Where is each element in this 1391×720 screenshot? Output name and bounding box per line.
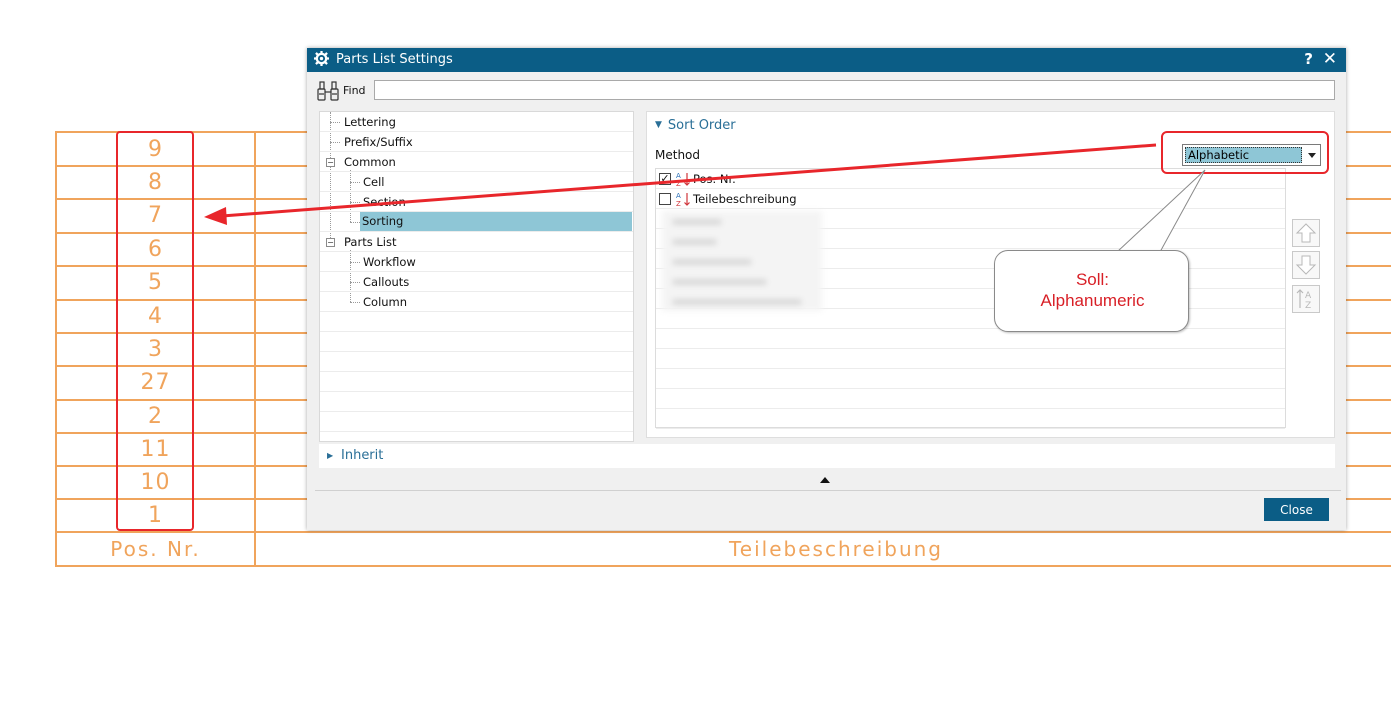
chevron-down-icon: ▼	[655, 120, 662, 130]
list-item	[656, 329, 1285, 349]
arrow-up-icon	[1295, 223, 1317, 243]
tree-item-column[interactable]: Column	[320, 292, 633, 312]
collapse-icon[interactable]: −	[326, 238, 335, 247]
tree-item-label: Column	[363, 295, 408, 309]
dialog-titlebar[interactable]: Parts List Settings ? ✕	[307, 48, 1346, 72]
tree-empty-row	[320, 312, 633, 332]
binoculars-icon[interactable]	[316, 80, 340, 102]
close-button[interactable]: Close	[1264, 498, 1329, 521]
move-up-button[interactable]	[1292, 219, 1320, 247]
tree-empty-row	[320, 412, 633, 432]
list-item[interactable]: A Z Teilebeschreibung	[656, 189, 1285, 209]
help-icon[interactable]: ?	[1304, 50, 1313, 68]
tree-item-label: Cell	[363, 175, 385, 189]
close-icon[interactable]: ✕	[1323, 49, 1337, 69]
tree-item-section[interactable]: Section	[320, 192, 633, 212]
callout-note: Soll: Alphanumeric	[994, 250, 1189, 332]
tree-item-callouts[interactable]: Callouts	[320, 272, 633, 292]
parts-list-settings-dialog: Parts List Settings ? ✕ Find Lettering P…	[307, 48, 1346, 530]
tree-item-label: Callouts	[363, 275, 410, 289]
chevron-right-icon: ▶	[327, 451, 334, 460]
collapse-bar[interactable]	[315, 472, 1341, 491]
position-column-highlight	[116, 131, 194, 531]
list-item	[656, 369, 1285, 389]
arrow-down-icon	[1295, 255, 1317, 275]
settings-tree: Lettering Prefix/Suffix − Common Cell Se…	[319, 111, 634, 442]
list-item-label: Pos. Nr.	[693, 172, 736, 186]
method-label: Method	[655, 148, 701, 162]
gear-icon	[314, 51, 329, 66]
move-down-button[interactable]	[1292, 251, 1320, 279]
tree-item-label: Prefix/Suffix	[344, 135, 413, 149]
list-item	[656, 389, 1285, 409]
callout-line-2: Alphanumeric	[1040, 291, 1145, 310]
sort-order-group-header[interactable]: ▼ Sort Order	[655, 118, 736, 133]
tree-item-label: Section	[363, 195, 406, 209]
list-item	[656, 309, 1285, 329]
tree-empty-row	[320, 392, 633, 412]
chevron-up-icon[interactable]	[820, 477, 830, 483]
tree-item-label: Common	[344, 155, 396, 169]
inherit-group-header[interactable]: ▶ Inherit	[319, 444, 1335, 468]
sort-az-icon: A Z	[676, 192, 690, 207]
sort-az-icon: A Z	[676, 172, 690, 187]
tree-item-prefix-suffix[interactable]: Prefix/Suffix	[320, 132, 633, 152]
tree-item-label: Lettering	[344, 115, 396, 129]
tree-item-workflow[interactable]: Workflow	[320, 252, 633, 272]
sort-toggle-button[interactable]: A Z	[1292, 285, 1320, 313]
find-bar: Find	[307, 74, 1346, 108]
svg-text:A: A	[1305, 291, 1312, 301]
list-item	[656, 349, 1285, 369]
table-line	[254, 131, 256, 567]
callout-line-1: Soll:	[1075, 270, 1110, 289]
table-header-pos: Pos. Nr.	[110, 537, 201, 561]
svg-text:Z: Z	[676, 180, 681, 187]
sort-az-icon: A Z	[1296, 289, 1312, 311]
list-item-label: Teilebeschreibung	[693, 192, 797, 206]
tree-item-sorting[interactable]: Sorting	[320, 212, 633, 232]
tree-item-label: Parts List	[344, 235, 397, 249]
tree-item-parts-list[interactable]: − Parts List	[320, 232, 633, 252]
svg-text:A: A	[676, 192, 681, 200]
svg-text:A: A	[676, 172, 681, 180]
tree-item-cell[interactable]: Cell	[320, 172, 633, 192]
sort-columns-list: ✓ A Z Pos. Nr. A Z Teilebeschreibung	[655, 168, 1286, 429]
tree-empty-row	[320, 332, 633, 352]
collapse-icon[interactable]: −	[326, 158, 335, 167]
tree-item-common[interactable]: − Common	[320, 152, 633, 172]
list-item	[656, 409, 1285, 429]
tree-item-lettering[interactable]: Lettering	[320, 112, 633, 132]
tree-item-label: Sorting	[360, 212, 632, 231]
tree-empty-row	[320, 372, 633, 392]
sort-checkbox-checked[interactable]: ✓	[659, 173, 671, 185]
redacted-items	[662, 211, 822, 311]
method-highlight	[1161, 131, 1329, 174]
find-input[interactable]	[374, 80, 1335, 100]
sort-checkbox-unchecked[interactable]	[659, 193, 671, 205]
svg-text:Z: Z	[676, 200, 681, 207]
svg-text:Z: Z	[1305, 301, 1311, 311]
tree-empty-row	[320, 352, 633, 372]
inherit-label: Inherit	[341, 448, 384, 463]
sort-order-heading: Sort Order	[667, 118, 736, 133]
table-header-description: Teilebeschreibung	[728, 537, 944, 561]
tree-item-label: Workflow	[363, 255, 416, 269]
find-label: Find	[343, 84, 366, 97]
dialog-title: Parts List Settings	[336, 52, 453, 67]
